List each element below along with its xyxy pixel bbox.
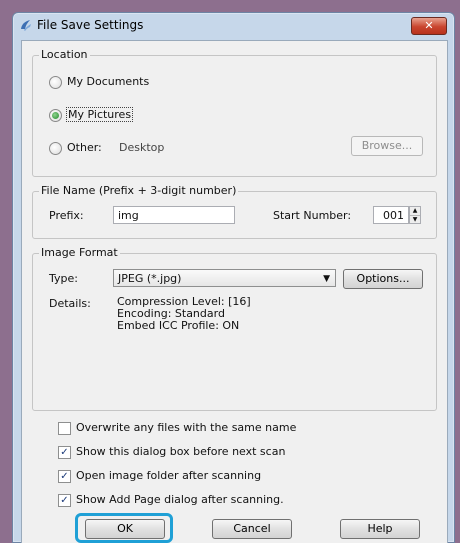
details-label: Details:	[49, 297, 91, 310]
overwrite-checkbox[interactable]	[58, 422, 71, 435]
type-label: Type:	[49, 272, 78, 285]
browse-button[interactable]: Browse...	[351, 136, 423, 156]
prefix-label: Prefix:	[49, 209, 84, 222]
close-button[interactable]: ✕	[411, 17, 447, 35]
start-number-input[interactable]: 001	[373, 206, 409, 224]
my-documents-radio[interactable]	[49, 76, 62, 89]
options-button[interactable]: Options...	[343, 269, 423, 289]
file-save-settings-window: File Save Settings ✕ Location My Documen…	[12, 12, 455, 543]
cancel-button[interactable]: Cancel	[212, 519, 292, 539]
open-folder-checkbox[interactable]: ✓	[58, 470, 71, 483]
help-button[interactable]: Help	[340, 519, 420, 539]
start-number-label: Start Number:	[273, 209, 352, 222]
location-legend: Location	[39, 48, 90, 61]
details-line: Embed ICC Profile: ON	[117, 319, 240, 332]
chevron-down-icon[interactable]: ▼	[323, 270, 330, 288]
type-select-value: JPEG (*.jpg)	[118, 272, 182, 285]
details-text: Compression Level: [16] Encoding: Standa…	[117, 296, 251, 332]
my-documents-label[interactable]: My Documents	[67, 75, 149, 88]
start-number-spinner[interactable]: ▲ ▼	[409, 206, 421, 224]
spin-up-icon[interactable]: ▲	[410, 207, 420, 216]
other-label[interactable]: Other:	[67, 141, 102, 154]
file-name-legend: File Name (Prefix + 3-digit number)	[39, 184, 239, 197]
show-add-page-label[interactable]: Show Add Page dialog after scanning.	[76, 493, 284, 506]
location-group: Location My Documents My Pictures Other:…	[32, 48, 437, 177]
prefix-input[interactable]: img	[113, 206, 235, 224]
image-format-legend: Image Format	[39, 246, 120, 259]
dialog-body: Location My Documents My Pictures Other:…	[21, 40, 448, 543]
show-dialog-checkbox[interactable]: ✓	[58, 446, 71, 459]
ok-button[interactable]: OK	[85, 519, 165, 539]
other-radio[interactable]	[49, 142, 62, 155]
open-folder-label[interactable]: Open image folder after scanning	[76, 469, 261, 482]
window-title: File Save Settings	[37, 18, 144, 32]
spin-down-icon[interactable]: ▼	[410, 216, 420, 224]
title-bar[interactable]: File Save Settings ✕	[13, 13, 454, 37]
type-select[interactable]: JPEG (*.jpg) ▼	[113, 269, 336, 287]
show-add-page-checkbox[interactable]: ✓	[58, 494, 71, 507]
show-dialog-label[interactable]: Show this dialog box before next scan	[76, 445, 285, 458]
my-pictures-label[interactable]: My Pictures	[66, 107, 134, 122]
scanner-app-icon	[21, 20, 31, 31]
my-pictures-radio[interactable]	[49, 109, 62, 122]
image-format-group: Image Format Type: JPEG (*.jpg) ▼ Option…	[32, 246, 437, 411]
file-name-group: File Name (Prefix + 3-digit number) Pref…	[32, 184, 437, 239]
other-path-text: Desktop	[119, 141, 165, 154]
overwrite-label[interactable]: Overwrite any files with the same name	[76, 421, 296, 434]
